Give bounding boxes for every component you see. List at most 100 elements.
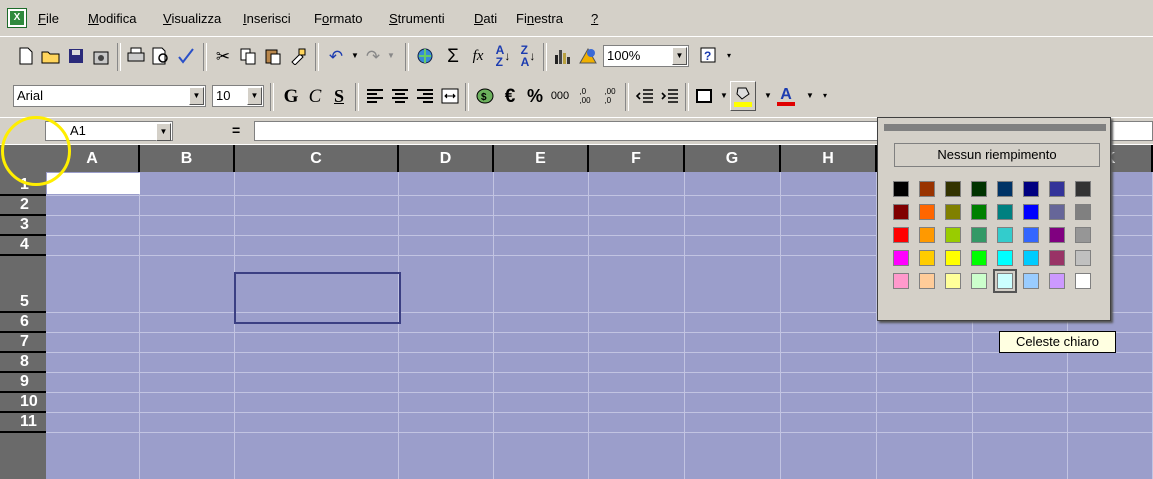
column-header-h[interactable]: H <box>781 145 877 172</box>
format-painter-icon[interactable] <box>285 43 311 69</box>
italic-button[interactable]: C <box>302 83 328 109</box>
save-icon[interactable] <box>63 43 89 69</box>
menu-help[interactable]: ? <box>591 11 598 26</box>
align-left-icon[interactable] <box>362 83 388 109</box>
color-swatch[interactable] <box>893 227 909 243</box>
color-swatch[interactable] <box>1049 204 1065 220</box>
color-swatch[interactable] <box>997 250 1013 266</box>
menu-dati[interactable]: Dati <box>474 11 497 26</box>
chevron-down-icon[interactable]: ▼ <box>247 87 262 105</box>
spelling-icon[interactable] <box>173 43 199 69</box>
thousands-button[interactable]: 000 <box>547 83 573 109</box>
align-right-icon[interactable] <box>412 83 438 109</box>
row-header-11[interactable]: 11 <box>0 413 46 433</box>
no-fill-button[interactable]: Nessun riempimento <box>894 143 1100 167</box>
color-swatch[interactable] <box>1049 273 1065 289</box>
color-swatch[interactable] <box>1075 181 1091 197</box>
color-swatch[interactable] <box>893 250 909 266</box>
autosum-icon[interactable]: Σ <box>440 43 466 69</box>
color-swatch[interactable] <box>1075 273 1091 289</box>
print-preview-icon[interactable] <box>148 43 174 69</box>
row-header-4[interactable]: 4 <box>0 236 46 256</box>
color-swatch[interactable] <box>971 273 987 289</box>
function-icon[interactable]: fx <box>465 43 491 69</box>
menu-inserisci[interactable]: Inserisci <box>243 11 291 26</box>
sort-ascending-icon[interactable]: A Z ↓ <box>490 43 516 69</box>
menu-finestra[interactable]: Finestra <box>516 11 563 26</box>
color-swatch[interactable] <box>893 273 909 289</box>
increase-decimal-button[interactable]: ,0 ,00 <box>572 83 598 109</box>
color-swatch[interactable] <box>993 269 1017 293</box>
chevron-down-icon[interactable]: ▼ <box>189 87 204 105</box>
column-header-e[interactable]: E <box>494 145 589 172</box>
active-cell[interactable] <box>47 173 140 194</box>
chevron-down-icon[interactable]: ▼ <box>672 47 687 65</box>
color-swatch[interactable] <box>997 227 1013 243</box>
row-header-2[interactable]: 2 <box>0 196 46 216</box>
bold-button[interactable]: G <box>278 83 304 109</box>
print-icon[interactable] <box>123 43 149 69</box>
color-swatch[interactable] <box>997 181 1013 197</box>
currency-icon[interactable]: $ <box>472 83 498 109</box>
color-swatch[interactable] <box>945 204 961 220</box>
color-swatch[interactable] <box>971 227 987 243</box>
row-header-8[interactable]: 8 <box>0 353 46 373</box>
color-swatch[interactable] <box>945 273 961 289</box>
color-swatch[interactable] <box>971 181 987 197</box>
color-swatch[interactable] <box>971 250 987 266</box>
sort-descending-icon[interactable]: Z A ↓ <box>515 43 541 69</box>
color-swatch[interactable] <box>893 181 909 197</box>
color-swatch[interactable] <box>1023 181 1039 197</box>
palette-drag-handle[interactable] <box>884 124 1106 131</box>
equals-sign[interactable]: = <box>232 122 240 138</box>
color-swatch[interactable] <box>919 181 935 197</box>
column-header-a[interactable]: A <box>46 145 140 172</box>
font-combo[interactable]: Arial ▼ <box>13 85 206 107</box>
menu-formato[interactable]: Formato <box>314 11 362 26</box>
color-swatch[interactable] <box>1075 204 1091 220</box>
color-swatch[interactable] <box>893 204 909 220</box>
highlighted-cell-c5[interactable] <box>234 272 401 324</box>
underline-button[interactable]: S <box>326 83 352 109</box>
toolbar-options-icon[interactable]: ▾ <box>812 83 838 109</box>
chart-wizard-icon[interactable] <box>550 43 576 69</box>
font-color-icon[interactable]: A <box>773 83 799 109</box>
zoom-combo[interactable]: 100% ▼ <box>603 45 689 67</box>
color-swatch[interactable] <box>997 204 1013 220</box>
menu-visualizza[interactable]: Visualizza <box>163 11 221 26</box>
color-swatch[interactable] <box>1049 181 1065 197</box>
menu-strumenti[interactable]: Strumenti <box>389 11 445 26</box>
row-header-9[interactable]: 9 <box>0 373 46 393</box>
color-swatch[interactable] <box>919 250 935 266</box>
permission-icon[interactable] <box>88 43 114 69</box>
name-box[interactable]: A1 ▼ <box>45 121 173 141</box>
font-size-combo[interactable]: 10 ▼ <box>212 85 264 107</box>
color-swatch[interactable] <box>1023 273 1039 289</box>
color-swatch[interactable] <box>1023 227 1039 243</box>
color-swatch[interactable] <box>1075 227 1091 243</box>
column-header-c[interactable]: C <box>235 145 399 172</box>
column-header-g[interactable]: G <box>685 145 781 172</box>
redo-dropdown-icon[interactable]: ▼ <box>378 43 404 69</box>
color-swatch[interactable] <box>919 227 935 243</box>
excel-app-icon[interactable]: X <box>7 8 27 28</box>
row-header-1[interactable]: 1 <box>0 172 46 196</box>
row-header-10[interactable]: 10 <box>0 393 46 413</box>
euro-button[interactable]: € <box>497 83 523 109</box>
menu-file[interactable]: File <box>38 11 59 26</box>
color-swatch[interactable] <box>971 204 987 220</box>
percent-button[interactable]: % <box>522 83 548 109</box>
hyperlink-icon[interactable] <box>413 43 439 69</box>
new-document-icon[interactable] <box>13 43 39 69</box>
decrease-indent-icon[interactable] <box>632 83 658 109</box>
open-folder-icon[interactable] <box>38 43 64 69</box>
color-swatch[interactable] <box>919 204 935 220</box>
color-swatch[interactable] <box>1023 204 1039 220</box>
fill-color-icon[interactable] <box>730 81 756 111</box>
color-swatch[interactable] <box>945 181 961 197</box>
chevron-down-icon[interactable]: ▼ <box>156 123 171 141</box>
decrease-decimal-button[interactable]: ,00 ,0 <box>597 83 623 109</box>
column-header-f[interactable]: F <box>589 145 685 172</box>
menu-modifica[interactable]: Modifica <box>88 11 136 26</box>
drawing-icon[interactable] <box>575 43 601 69</box>
